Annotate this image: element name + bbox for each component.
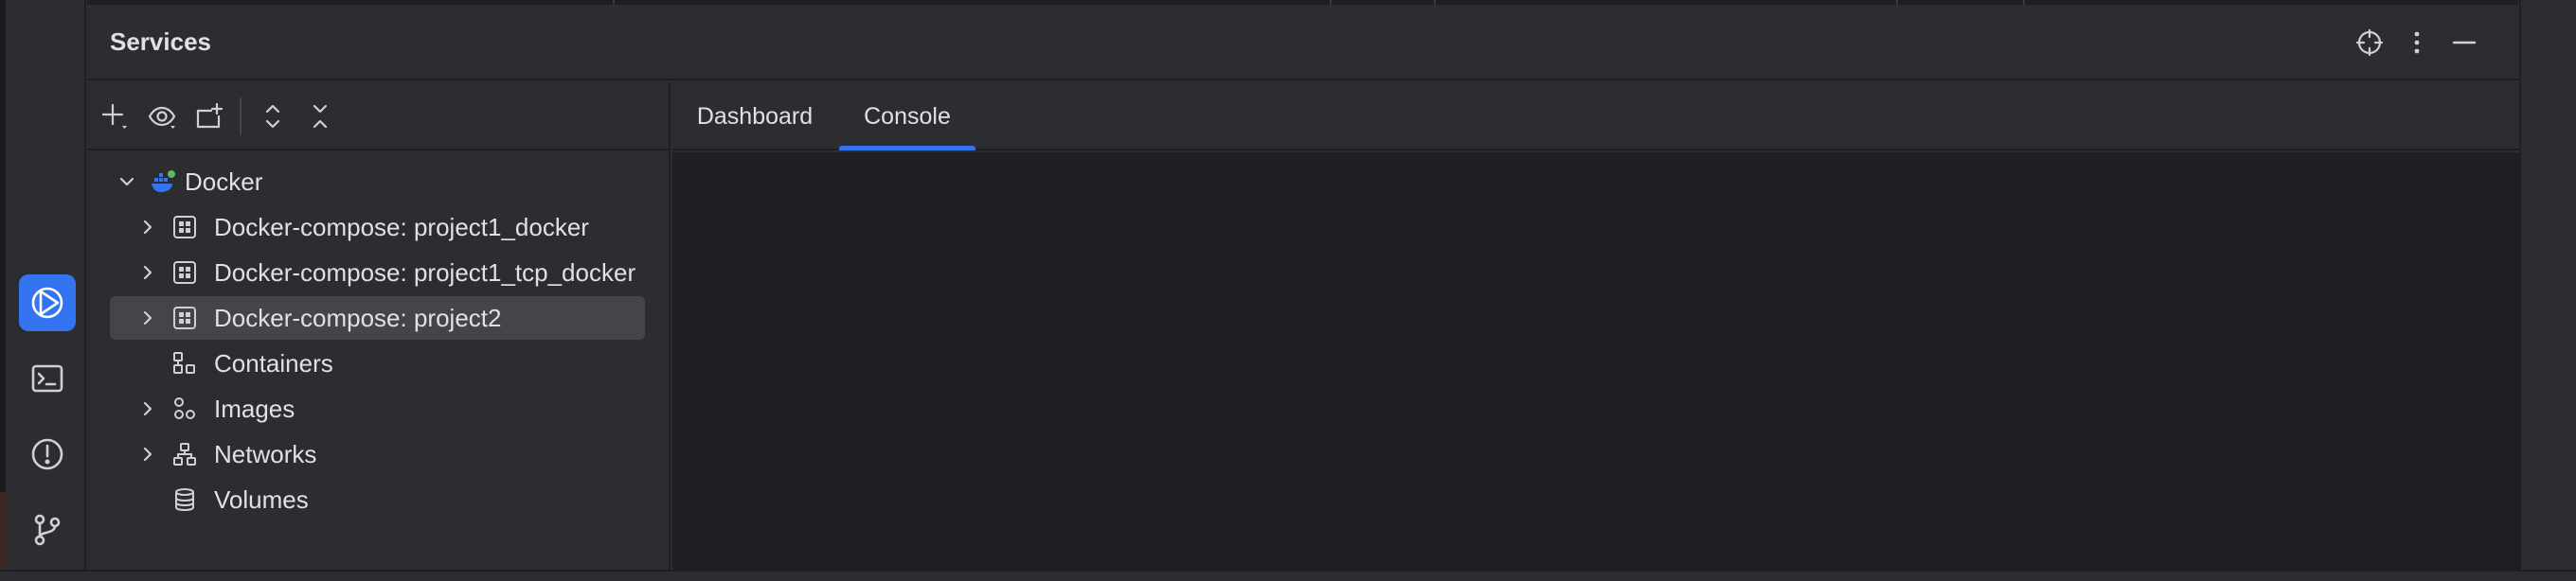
tree-node-compose-project2[interactable]: Docker-compose: project2: [110, 296, 645, 340]
tree-node-docker[interactable]: Docker: [110, 160, 645, 203]
chevron-down-icon[interactable]: [112, 167, 142, 197]
right-tool-stripe: [2519, 0, 2576, 581]
tree-toolbar: [88, 82, 669, 150]
tree-node-label: Networks: [214, 440, 317, 468]
compose-icon: [170, 212, 200, 242]
chevron-right-icon[interactable]: [133, 394, 163, 424]
expand-all-icon[interactable]: [254, 97, 292, 135]
tree-node-containers[interactable]: Containers: [110, 342, 645, 385]
new-group-icon[interactable]: [190, 97, 228, 135]
tree-node-label: Containers: [214, 349, 333, 378]
console-output[interactable]: [672, 152, 2519, 570]
tab-label: Dashboard: [696, 102, 814, 130]
tab-label: Console: [864, 102, 951, 130]
tree-node-label: Volumes: [214, 485, 309, 514]
chevron-right-icon[interactable]: [133, 439, 163, 469]
tab-console[interactable]: Console: [839, 82, 975, 150]
problems-icon[interactable]: [19, 426, 76, 483]
ide-window: Services Docker Docker-compose: project1…: [0, 0, 2576, 581]
compose-icon: [170, 257, 200, 288]
images-icon: [170, 394, 200, 424]
chevron-right-icon[interactable]: [133, 212, 163, 242]
tree-node-label: Docker-compose: project1_tcp_docker: [214, 258, 636, 287]
tree-node-label: Docker: [185, 167, 263, 196]
status-bar-edge: [0, 570, 2576, 581]
services-panel: Services Docker Docker-compose: project1…: [88, 5, 2519, 570]
tree-node-compose-project1-tcp-docker[interactable]: Docker-compose: project1_tcp_docker: [110, 251, 645, 294]
detail-pane: Dashboard Console: [672, 82, 2519, 570]
tree-node-label: Docker-compose: project2: [214, 304, 502, 332]
left-tool-stripe: [0, 0, 86, 581]
minimize-icon[interactable]: [2445, 24, 2483, 62]
tree-node-networks[interactable]: Networks: [110, 432, 645, 476]
panel-header: Services: [88, 5, 2519, 80]
eye-icon[interactable]: [143, 97, 181, 135]
panel-title: Services: [110, 27, 211, 56]
tree-node-compose-project1-docker[interactable]: Docker-compose: project1_docker: [110, 205, 645, 249]
docker-icon: [148, 167, 178, 197]
active-tab-indicator: [839, 146, 975, 150]
chevron-right-icon[interactable]: [133, 303, 163, 333]
tabs-bar: Dashboard Console: [672, 82, 2519, 150]
terminal-icon[interactable]: [19, 350, 76, 407]
collapse-all-icon[interactable]: [301, 97, 339, 135]
services-icon[interactable]: [19, 274, 76, 331]
networks-icon: [170, 439, 200, 469]
tree-node-volumes[interactable]: Volumes: [110, 478, 645, 521]
tree-node-label: Docker-compose: project1_docker: [214, 213, 589, 241]
services-tree: Docker Docker-compose: project1_docker D…: [88, 152, 669, 570]
tree-node-label: Images: [214, 395, 295, 423]
volumes-icon: [170, 484, 200, 515]
add-icon[interactable]: [96, 97, 134, 135]
tree-node-images[interactable]: Images: [110, 387, 645, 431]
toolbar-separator: [240, 97, 242, 135]
crosshair-icon[interactable]: [2351, 24, 2388, 62]
git-branch-icon[interactable]: [19, 502, 76, 558]
more-vertical-icon[interactable]: [2398, 24, 2436, 62]
compose-icon: [170, 303, 200, 333]
services-tree-pane: Docker Docker-compose: project1_docker D…: [88, 82, 671, 570]
tab-dashboard[interactable]: Dashboard: [672, 82, 837, 150]
containers-icon: [170, 348, 200, 379]
chevron-right-icon[interactable]: [133, 257, 163, 288]
